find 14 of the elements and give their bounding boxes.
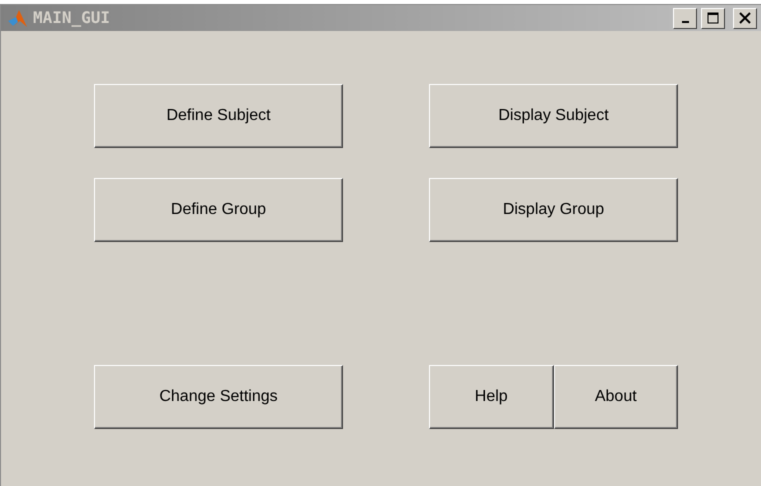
window-title: MAIN_GUI bbox=[33, 7, 112, 29]
maximize-button[interactable] bbox=[701, 8, 725, 28]
action-button[interactable]: Display Group bbox=[429, 178, 678, 242]
action-button[interactable]: Define Group bbox=[94, 178, 343, 242]
maximize-icon bbox=[707, 12, 719, 24]
close-icon bbox=[739, 12, 751, 24]
action-button[interactable]: Define Subject bbox=[94, 84, 343, 148]
action-button[interactable]: About bbox=[554, 365, 678, 429]
action-button[interactable]: Display Subject bbox=[429, 84, 678, 148]
close-button[interactable] bbox=[733, 8, 757, 28]
minimize-icon bbox=[682, 21, 688, 23]
minimize-button[interactable] bbox=[673, 8, 697, 28]
action-button[interactable]: Change Settings bbox=[94, 365, 343, 429]
action-button[interactable]: Help bbox=[429, 365, 554, 429]
